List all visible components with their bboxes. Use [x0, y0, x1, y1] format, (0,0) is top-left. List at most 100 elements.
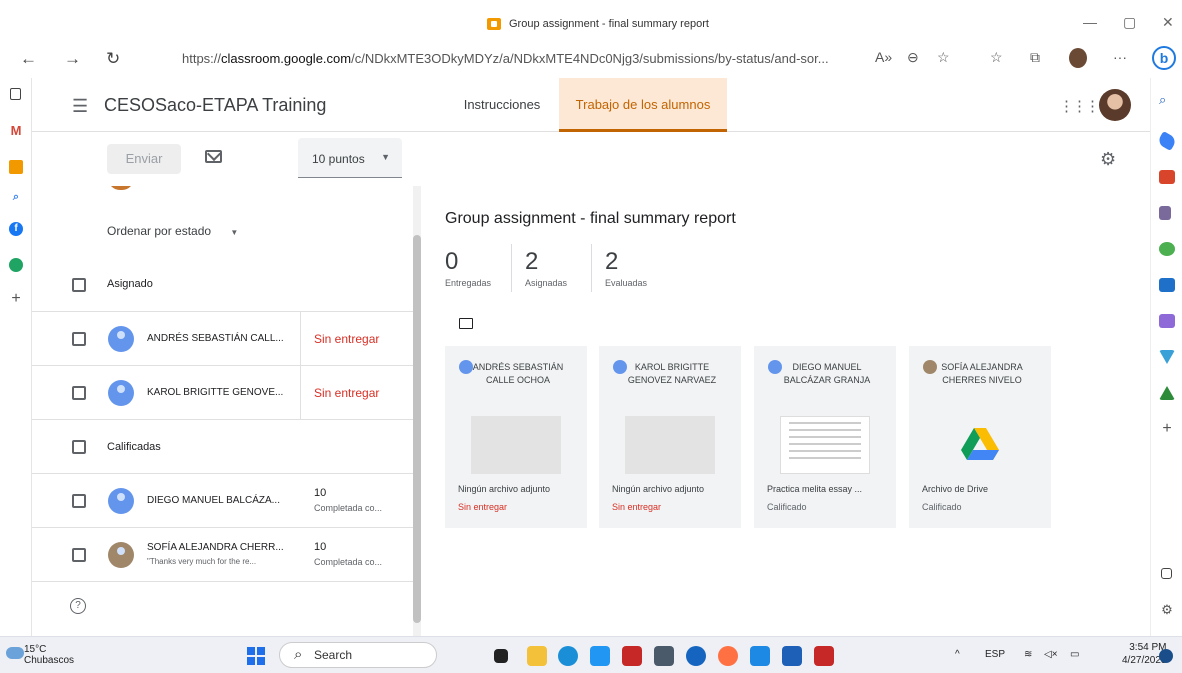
- search-icon[interactable]: ⌕: [9, 190, 23, 204]
- search-sidebar-icon[interactable]: ⌕: [1159, 92, 1175, 107]
- send-icon[interactable]: [1159, 350, 1175, 364]
- restore-button[interactable]: ▢: [1123, 14, 1136, 31]
- tab-instructions[interactable]: Instrucciones: [446, 78, 558, 132]
- document-thumbnail[interactable]: [780, 416, 870, 474]
- submission-card[interactable]: KAROL BRIGITTE GENOVEZ NARVAEZ Ningún ar…: [599, 346, 741, 528]
- table-row[interactable]: DIEGO MANUEL BALCÁZA... 10 Completada co…: [32, 474, 413, 528]
- chess-icon[interactable]: [1159, 206, 1171, 220]
- submission-card[interactable]: DIEGO MANUEL BALCÁZAR GRANJA Practica me…: [754, 346, 896, 528]
- tree-icon[interactable]: [1159, 386, 1175, 400]
- file-explorer-icon[interactable]: [527, 646, 547, 666]
- taskbar-search[interactable]: Search: [279, 642, 437, 668]
- mail-app-icon[interactable]: [750, 646, 770, 666]
- split-screen-icon[interactable]: [1161, 568, 1172, 579]
- send-button[interactable]: Enviar: [107, 144, 181, 174]
- circle-app-icon[interactable]: [1159, 242, 1175, 256]
- student-name: SOFÍA ALEJANDRA CHERR...: [147, 542, 284, 553]
- add-sidebar-icon[interactable]: +: [1159, 421, 1175, 437]
- zoom-icon[interactable]: ⊖: [907, 49, 919, 66]
- stat-assigned[interactable]: 2 Asignadas: [525, 248, 567, 288]
- weather-widget[interactable]: 15°C Chubascos: [6, 644, 74, 666]
- bing-icon[interactable]: b: [1152, 46, 1176, 70]
- close-window-button[interactable]: ✕: [1162, 14, 1174, 31]
- submission-card[interactable]: ANDRÉS SEBASTIÁN CALLE OCHOA Ningún arch…: [445, 346, 587, 528]
- favorites-list-icon[interactable]: ☆: [990, 49, 1003, 66]
- url-prefix: https://: [182, 51, 222, 66]
- thumbnail-placeholder: [471, 416, 561, 474]
- google-drive-icon[interactable]: [961, 428, 999, 462]
- scrollbar-thumb[interactable]: [413, 235, 421, 623]
- grade-value[interactable]: 10: [314, 541, 326, 553]
- checkbox-graded-group[interactable]: [72, 440, 86, 454]
- menu-icon[interactable]: ☰: [72, 96, 88, 117]
- student-checkbox[interactable]: [72, 386, 86, 400]
- profile-avatar[interactable]: [1069, 48, 1087, 68]
- help-icon[interactable]: ?: [70, 598, 86, 614]
- facebook-icon[interactable]: f: [9, 222, 23, 236]
- submission-card[interactable]: SOFÍA ALEJANDRA CHERRES NIVELO Archivo d…: [909, 346, 1051, 528]
- outlook-icon[interactable]: [1159, 278, 1175, 292]
- student-checkbox[interactable]: [72, 494, 86, 508]
- google-apps-icon[interactable]: ⋮⋮⋮: [1059, 97, 1100, 115]
- app-icon[interactable]: [590, 646, 610, 666]
- help-app-icon[interactable]: [686, 646, 706, 666]
- course-title[interactable]: CESOSaco-ETAPA Training: [104, 95, 326, 116]
- points-select[interactable]: 10 puntos ▼: [298, 138, 402, 178]
- forward-button[interactable]: →: [64, 49, 81, 69]
- language-indicator[interactable]: ESP: [985, 649, 1005, 660]
- classroom-tab-icon[interactable]: [9, 160, 23, 174]
- mcafee-icon[interactable]: [622, 646, 642, 666]
- card-student-name: KAROL BRIGITTE GENOVEZ NARVAEZ: [627, 362, 717, 385]
- user-avatar[interactable]: [1099, 89, 1131, 121]
- back-button[interactable]: ←: [20, 49, 37, 69]
- browser-sidebar-right: ⌕ + ⚙: [1150, 78, 1182, 636]
- sort-dropdown[interactable]: Ordenar por estado ▼: [107, 224, 238, 238]
- acrobat-icon[interactable]: [814, 646, 834, 666]
- notification-icon[interactable]: [1159, 649, 1173, 663]
- student-checkbox[interactable]: [72, 332, 86, 346]
- volume-icon[interactable]: ◁×: [1044, 649, 1058, 660]
- table-row[interactable]: ANDRÉS SEBASTIÁN CALL... Sin entregar: [32, 312, 413, 366]
- stat-turned-in[interactable]: 0 Entregadas: [445, 248, 491, 288]
- gmail-icon[interactable]: M: [9, 124, 23, 138]
- table-row[interactable]: KAROL BRIGITTE GENOVE... Sin entregar: [32, 366, 413, 420]
- calculator-icon[interactable]: [654, 646, 674, 666]
- task-view-icon[interactable]: [494, 649, 508, 663]
- add-icon[interactable]: +: [9, 291, 23, 307]
- firefox-icon[interactable]: [718, 646, 738, 666]
- collections-icon[interactable]: ⧉: [1030, 49, 1040, 66]
- more-menu-button[interactable]: ···: [1113, 49, 1127, 65]
- folder-icon[interactable]: [459, 318, 473, 329]
- table-row[interactable]: SOFÍA ALEJANDRA CHERR... "Thanks very mu…: [32, 528, 413, 582]
- reload-button[interactable]: ↻: [106, 49, 120, 69]
- minimize-button[interactable]: —: [1083, 14, 1097, 30]
- word-icon[interactable]: [782, 646, 802, 666]
- url-field[interactable]: https://classroom.google.com/c/NDkxMTE3O…: [154, 46, 954, 72]
- editor-icon[interactable]: [1159, 314, 1175, 328]
- settings-sidebar-icon[interactable]: ⚙: [1159, 602, 1175, 617]
- stat-number: 0: [445, 248, 459, 275]
- grade-value[interactable]: 10: [314, 487, 326, 499]
- stat-graded[interactable]: 2 Evaluadas: [605, 248, 647, 288]
- app-icon[interactable]: [9, 258, 23, 272]
- group-label: Asignado: [107, 278, 153, 290]
- assignment-overview: Group assignment - final summary report …: [421, 186, 1150, 636]
- avatar: [108, 380, 134, 406]
- favorite-icon[interactable]: ☆: [937, 49, 950, 66]
- tag-icon[interactable]: [1156, 130, 1178, 152]
- gear-icon[interactable]: ⚙: [1100, 149, 1116, 170]
- checkbox-assigned-group[interactable]: [72, 278, 86, 292]
- edge-icon[interactable]: [558, 646, 578, 666]
- battery-icon[interactable]: ▭: [1070, 649, 1079, 660]
- tab-actions-icon[interactable]: [10, 88, 21, 100]
- briefcase-icon[interactable]: [1159, 170, 1175, 184]
- tab-student-work[interactable]: Trabajo de los alumnos: [559, 78, 727, 132]
- start-button[interactable]: [247, 647, 265, 665]
- email-icon[interactable]: [205, 150, 222, 163]
- wifi-icon[interactable]: ≋: [1024, 649, 1032, 660]
- student-checkbox[interactable]: [72, 548, 86, 562]
- student-list-panel: Ordenar por estado ▼ Asignado ANDRÉS SEB…: [32, 186, 421, 636]
- chevron-up-icon[interactable]: ^: [955, 649, 960, 660]
- read-aloud-icon[interactable]: A»: [875, 49, 892, 65]
- group-label: Calificadas: [107, 441, 161, 453]
